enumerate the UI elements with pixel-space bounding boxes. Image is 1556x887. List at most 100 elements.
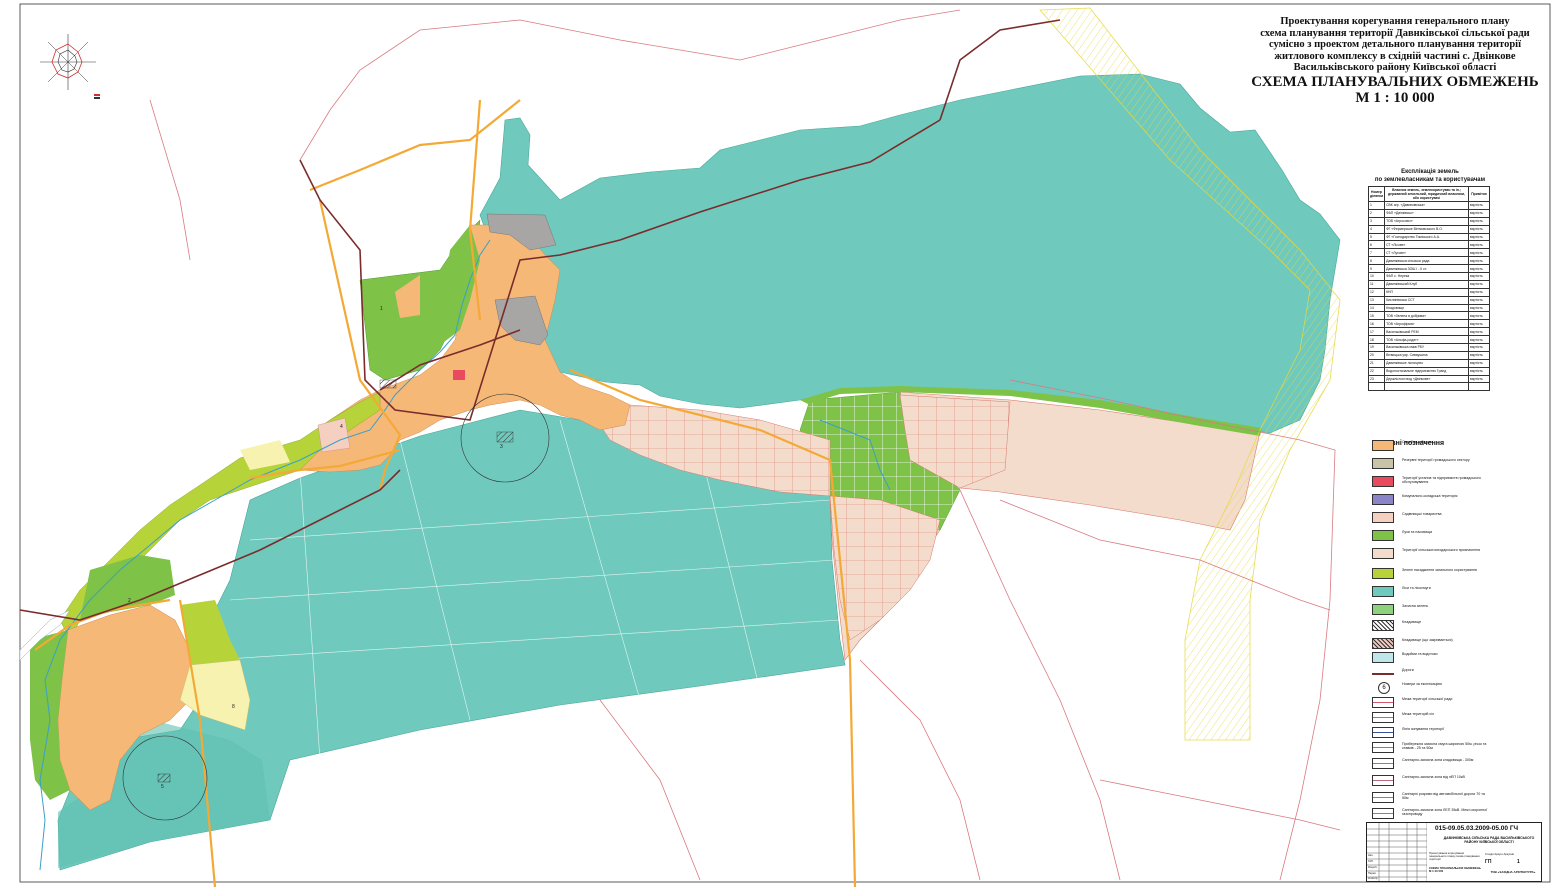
legend-item: Водойми та водотоки [1372,652,1488,666]
table-row: 21 Давинківське лісництво вартість [1367,358,1490,368]
table-cell: вартість [1468,256,1490,266]
explication-title-2: по землевласникам та користувачам [1374,177,1486,183]
legend-swatch [1372,494,1394,505]
table-row: 5 ФГ «Господарство Тиміського А.А. вартіст… [1367,232,1490,242]
legend-swatch [1372,530,1394,541]
map-sheet: 1 4 2 8 3 5 Проектування корегування ген… [0,0,1556,887]
legend-swatch [1372,792,1394,803]
table-cell: вартість [1468,295,1490,305]
table-cell: вартість [1468,350,1490,360]
legend-swatch [1372,668,1394,679]
map-label-4: 8 [232,704,235,710]
title-scale: М 1 : 10 000 [1355,89,1435,106]
table-cell: 4 [1367,224,1386,234]
table-cell: 9 [1367,264,1386,274]
legend-swatch [1372,638,1394,649]
table-cell: ТОВ «Зелена в добрива» [1384,311,1469,321]
table-header: Номер ділянки [1367,186,1386,202]
cemetery-3 [379,379,397,389]
table-row: 22 Водопостачальне підприємство Гранд варт… [1367,366,1490,376]
table-cell: 2 [1367,208,1386,218]
project-name: Проектування корегування генерального пл… [1429,851,1480,862]
table-cell: вартість [1468,358,1490,368]
wind-rose [40,34,100,99]
legend-swatch [1372,620,1394,631]
meadow-west-north [80,555,175,620]
table-row: 6 СТ «Лісове» вартість [1367,240,1490,250]
table-cell: вартість [1468,311,1490,321]
table-cell: 11 [1367,279,1386,289]
table-cell: ФАП «Двінківськ» [1384,208,1469,218]
legend-label: Кладовище [1402,620,1422,624]
legend: Умовні позначення Садибна забудова Резерв… [1368,440,1488,835]
legend-item: Садівницькі товариства [1372,512,1488,526]
table-cell: Кислинівська ССТ [1384,295,1469,305]
table-cell: вартість [1468,264,1490,274]
table-row: 10 ФАП с. Нерека вартість [1367,272,1490,281]
table-cell: 3 [1367,216,1386,226]
explication-title: Експлікація земель по землевласникам та … [1370,168,1490,184]
legend-label: Садибна забудова [1402,440,1434,444]
table-row: 16 ТОВ «Агрофірма» вартість [1367,319,1490,329]
table-cell: 18 [1367,335,1386,345]
title-line-2: схема планування території Давнківської … [1260,27,1530,39]
table-row [1367,382,1490,392]
table-row: 1 СВК агр. «Давинківська» вартість [1367,201,1490,210]
table-cell: вартість [1468,208,1490,218]
table-cell: ФГ «Господарство Тиміського А.А. [1384,232,1469,242]
role-3: Розроб. [1368,866,1378,869]
explication-title-1: Експлікація земель [1401,169,1459,175]
table-cell: вартість [1468,287,1490,297]
legend-label: Кладовище (що закривається) [1402,638,1453,642]
legend-item: Кладовище (що закривається) [1372,638,1488,652]
legend-label: Номери за експлікацією [1402,682,1442,686]
legend-item: 6 Номери за експлікацією [1372,682,1488,696]
table-row: 12 КНП вартість [1367,287,1490,297]
title-heading: СХЕМА ПЛАНУВАЛЬНИХ ОБМЕЖЕНЬ [1251,73,1539,90]
table-row: 17 Васильківський РЕМ вартість [1367,327,1490,337]
table-cell: Держлісгосп вод «Двінкове» [1384,374,1469,384]
document-code: 015-09.05.03.2009-05.00 ГЧ [1435,825,1519,832]
legend-item: Санітарно-захисна зона від лЕП 10кВ [1372,775,1488,789]
table-cell [1367,382,1386,392]
table-cell: ТОВ «Альфа-родит» [1384,335,1469,345]
table-cell: Давинківська сільська рада [1384,256,1469,266]
table-cell: вартість [1468,216,1490,226]
legend-label: Комунально-складська територія [1402,494,1458,498]
table-row: 11 Давинківський Клуб вартість [1367,279,1490,289]
table-cell: 20 [1367,350,1386,360]
table-cell: 13 [1367,295,1386,305]
table-row: 14 Кладовище вартість [1367,303,1490,313]
table-cell: ФАП с. Нерека [1384,272,1469,281]
legend-label: Ліси та лісосмуги [1402,586,1431,590]
table-cell: ФГ «Фермерське Вінтковського В.О. [1384,224,1469,234]
table-cell: ТОВ «Агрофірма» [1384,319,1469,329]
table-cell: вартість [1468,319,1490,329]
sheet-number: 1 [1517,859,1520,865]
legend-swatch [1372,697,1394,708]
sheet-title: СХЕМА ПЛАНУВАЛЬНИХ ОБМЕЖЕНЬ М 1:10 000 [1429,866,1481,874]
table-row: 2 ФАП «Двінківськ» вартість [1367,208,1490,218]
role-4: Перев. [1368,872,1377,875]
planning-map[interactable] [0,0,1556,887]
legend-swatch [1372,476,1394,487]
table-cell [1468,382,1490,392]
title-line-3: сумісно з проектом детального планування… [1268,39,1522,50]
table-row: 3 ТОВ «Агросоюз» вартість [1367,216,1490,226]
table-cell: Васильківський РЕМ [1384,327,1469,337]
legend-item: Садибна забудова [1372,440,1488,454]
legend-swatch [1372,712,1394,723]
legend-item: Луки та пасовища [1372,530,1488,544]
legend-item: Санітарні розриви від автомобільної доро… [1372,792,1488,806]
legend-label: Прибережна захисна смуга шириною 50м. рі… [1402,742,1487,751]
legend-label: Межа територій сіл [1402,712,1435,716]
table-cell: вартість [1468,248,1490,258]
table-cell: 12 [1367,287,1386,297]
legend-item: Резервні території громадського сектору [1372,458,1488,472]
title-block: Нач. ГАП Розроб. Перев. Н.контр. 015-09.… [1366,822,1542,882]
table-cell: 21 [1367,358,1386,368]
legend-label: Території сільськогосподарського признач… [1402,548,1481,552]
cemetery-2 [157,773,171,783]
cemetery-1 [496,431,514,443]
table-header: Примітки [1468,186,1490,202]
